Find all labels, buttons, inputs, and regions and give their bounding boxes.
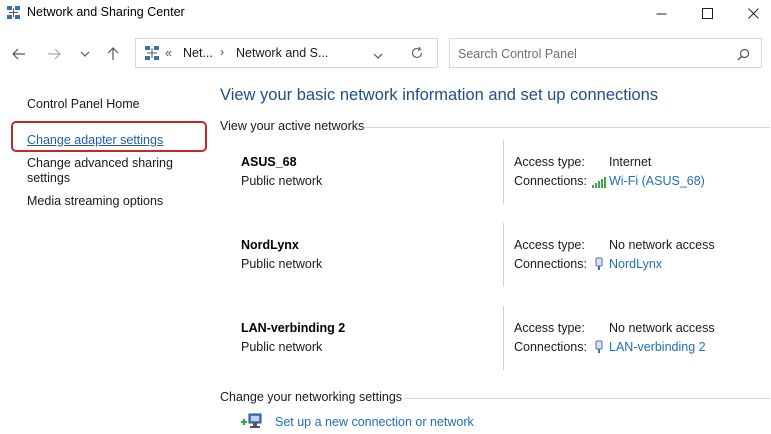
- advanced-sharing-link-line1[interactable]: Change advanced sharing: [27, 156, 173, 170]
- address-dropdown-button[interactable]: [373, 49, 383, 63]
- maximize-button[interactable]: [684, 0, 730, 26]
- access-type-value: No network access: [609, 238, 715, 252]
- breadcrumb-separator[interactable]: ›: [220, 45, 224, 59]
- ethernet-adapter-icon: [595, 257, 603, 270]
- maximize-icon: [701, 7, 713, 19]
- network-center-icon: [7, 6, 20, 19]
- arrow-left-icon: [12, 48, 25, 60]
- section-divider: [364, 127, 770, 128]
- network-name: LAN-verbinding 2: [241, 321, 346, 335]
- connections-label: Connections:: [514, 174, 587, 188]
- active-networks-label: View your active networks: [220, 119, 365, 133]
- arrow-right-icon: [48, 48, 61, 60]
- setup-new-connection-link[interactable]: Set up a new connection or network: [275, 415, 474, 429]
- breadcrumb-network[interactable]: Net...: [183, 46, 213, 60]
- search-box[interactable]: Search Control Panel: [449, 38, 762, 68]
- search-icon[interactable]: [737, 48, 750, 61]
- search-input[interactable]: Search Control Panel: [458, 47, 577, 61]
- change-adapter-settings-link[interactable]: Change adapter settings: [27, 133, 163, 147]
- refresh-icon: [411, 46, 423, 59]
- wifi-signal-icon: [592, 177, 606, 188]
- forward-button[interactable]: [42, 43, 66, 65]
- network-name: NordLynx: [241, 238, 299, 252]
- close-button[interactable]: [730, 0, 771, 26]
- recent-locations-button[interactable]: [73, 43, 97, 65]
- refresh-button[interactable]: [410, 46, 424, 63]
- up-button[interactable]: [101, 43, 125, 65]
- change-settings-label: Change your networking settings: [220, 390, 403, 404]
- arrow-up-icon: [107, 47, 119, 60]
- chevron-down-icon: [80, 51, 90, 57]
- access-type-label: Access type:: [514, 155, 585, 169]
- column-divider: [503, 140, 504, 204]
- new-connection-icon: [241, 413, 262, 428]
- media-streaming-link[interactable]: Media streaming options: [27, 194, 163, 208]
- minimize-button[interactable]: [638, 0, 684, 26]
- minimize-icon: [656, 13, 666, 14]
- back-button[interactable]: [7, 43, 31, 65]
- connections-label: Connections:: [514, 257, 587, 271]
- access-type-label: Access type:: [514, 238, 585, 252]
- access-type-value: No network access: [609, 321, 715, 335]
- network-name: ASUS_68: [241, 155, 297, 169]
- section-divider: [404, 398, 770, 399]
- window-title: Network and Sharing Center: [27, 5, 185, 19]
- overflow-crumbs[interactable]: «: [165, 46, 172, 60]
- access-type-label: Access type:: [514, 321, 585, 335]
- column-divider: [503, 223, 504, 287]
- column-divider: [503, 306, 504, 370]
- control-panel-icon: [145, 46, 159, 60]
- advanced-sharing-link-line2[interactable]: settings: [27, 171, 70, 185]
- connections-label: Connections:: [514, 340, 587, 354]
- breadcrumb-network-sharing[interactable]: Network and S...: [236, 46, 328, 60]
- ethernet-adapter-icon: [595, 340, 603, 353]
- title-bar: Network and Sharing Center: [0, 0, 771, 26]
- control-panel-home-link[interactable]: Control Panel Home: [27, 97, 140, 111]
- connection-link-wifi[interactable]: Wi-Fi (ASUS_68): [609, 174, 705, 188]
- network-type-link[interactable]: Public network: [241, 257, 322, 271]
- connection-link-nordlynx[interactable]: NordLynx: [609, 257, 662, 271]
- network-type-link[interactable]: Public network: [241, 340, 322, 354]
- access-type-value: Internet: [609, 155, 652, 169]
- address-bar[interactable]: « Net... › Network and S...: [135, 38, 438, 68]
- chevron-down-icon: [373, 53, 383, 59]
- network-type-link[interactable]: Public network: [241, 174, 322, 188]
- close-icon: [747, 7, 759, 19]
- page-title: View your basic network information and …: [220, 86, 659, 104]
- connection-link-lan[interactable]: LAN-verbinding 2: [609, 340, 706, 354]
